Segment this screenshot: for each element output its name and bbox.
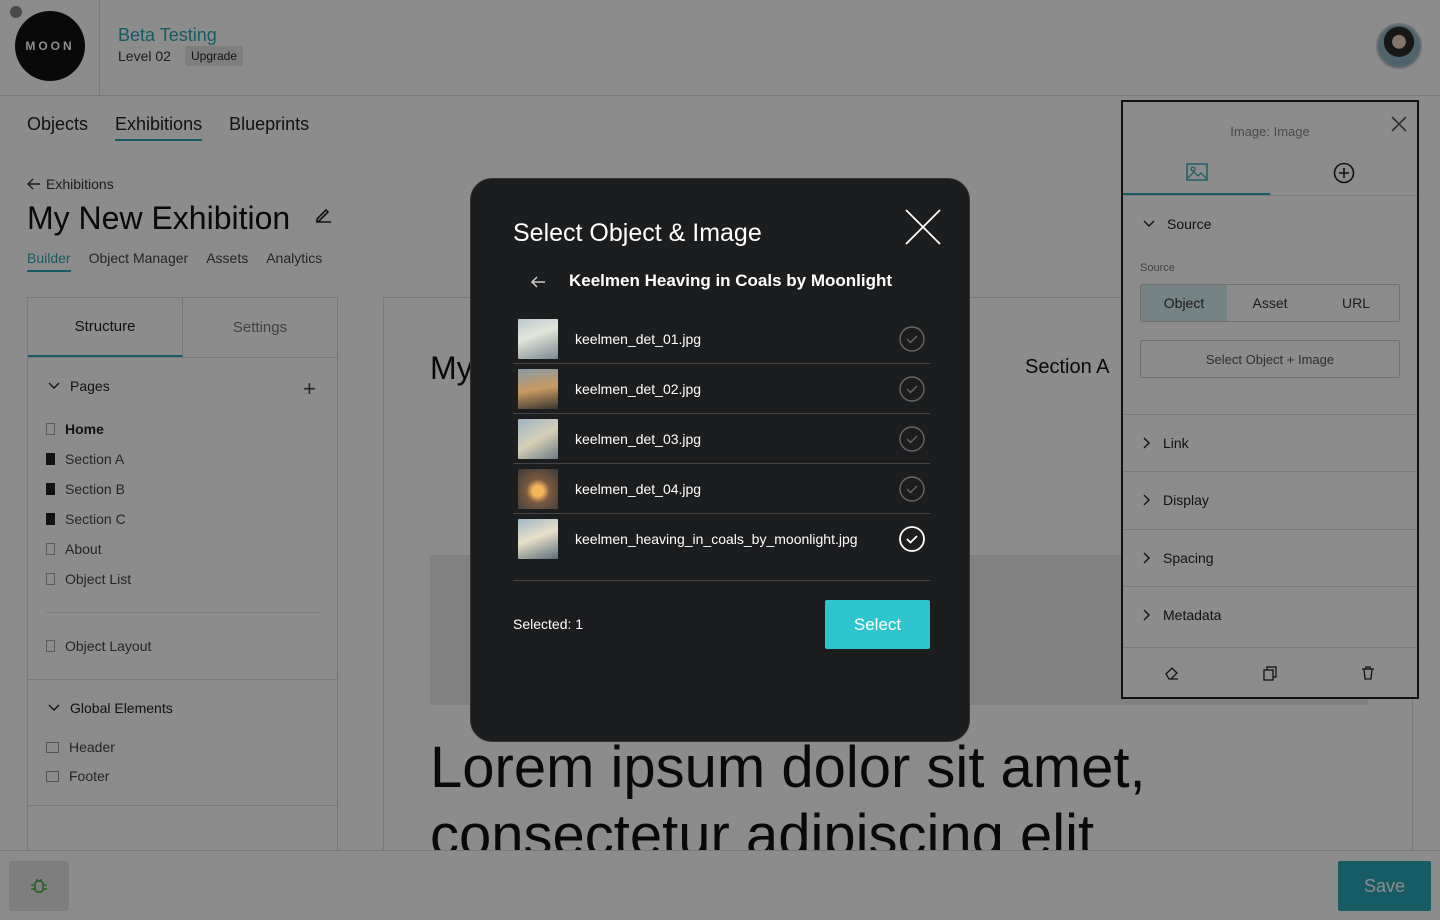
file-row[interactable]: keelmen_det_03.jpg bbox=[513, 414, 930, 464]
image-file-list: keelmen_det_01.jpg keelmen_det_02.jpg ke… bbox=[513, 314, 930, 564]
image-thumbnail bbox=[518, 519, 558, 559]
file-name: keelmen_det_04.jpg bbox=[575, 480, 702, 497]
select-object-image-modal: Select Object & Image Keelmen Heaving in… bbox=[470, 178, 970, 742]
image-thumbnail bbox=[518, 468, 558, 509]
image-thumbnail bbox=[518, 418, 558, 459]
check-circle-icon[interactable] bbox=[899, 526, 925, 552]
close-icon[interactable] bbox=[904, 208, 942, 246]
file-row[interactable]: keelmen_det_01.jpg bbox=[513, 314, 930, 364]
file-row[interactable]: keelmen_det_02.jpg bbox=[513, 364, 930, 414]
file-name: keelmen_det_03.jpg bbox=[575, 430, 702, 447]
divider bbox=[513, 580, 930, 581]
check-circle-icon[interactable] bbox=[899, 476, 925, 502]
arrow-left-icon[interactable] bbox=[529, 273, 547, 291]
file-row-selected[interactable]: keelmen_heaving_in_coals_by_moonlight.jp… bbox=[513, 514, 930, 564]
image-thumbnail bbox=[518, 368, 558, 409]
object-name: Keelmen Heaving in Coals by Moonlight bbox=[569, 271, 893, 290]
modal-title: Select Object & Image bbox=[513, 219, 762, 247]
file-name: keelmen_det_02.jpg bbox=[575, 380, 702, 397]
check-circle-icon[interactable] bbox=[899, 376, 925, 402]
select-button[interactable]: Select bbox=[825, 600, 930, 649]
file-name: keelmen_heaving_in_coals_by_moonlight.jp… bbox=[575, 531, 858, 547]
selected-count: Selected: 1 bbox=[513, 616, 584, 632]
check-circle-icon[interactable] bbox=[899, 426, 925, 452]
check-circle-icon[interactable] bbox=[899, 326, 925, 352]
image-thumbnail bbox=[518, 318, 558, 359]
file-row[interactable]: keelmen_det_04.jpg bbox=[513, 464, 930, 514]
file-name: keelmen_det_01.jpg bbox=[575, 330, 702, 347]
